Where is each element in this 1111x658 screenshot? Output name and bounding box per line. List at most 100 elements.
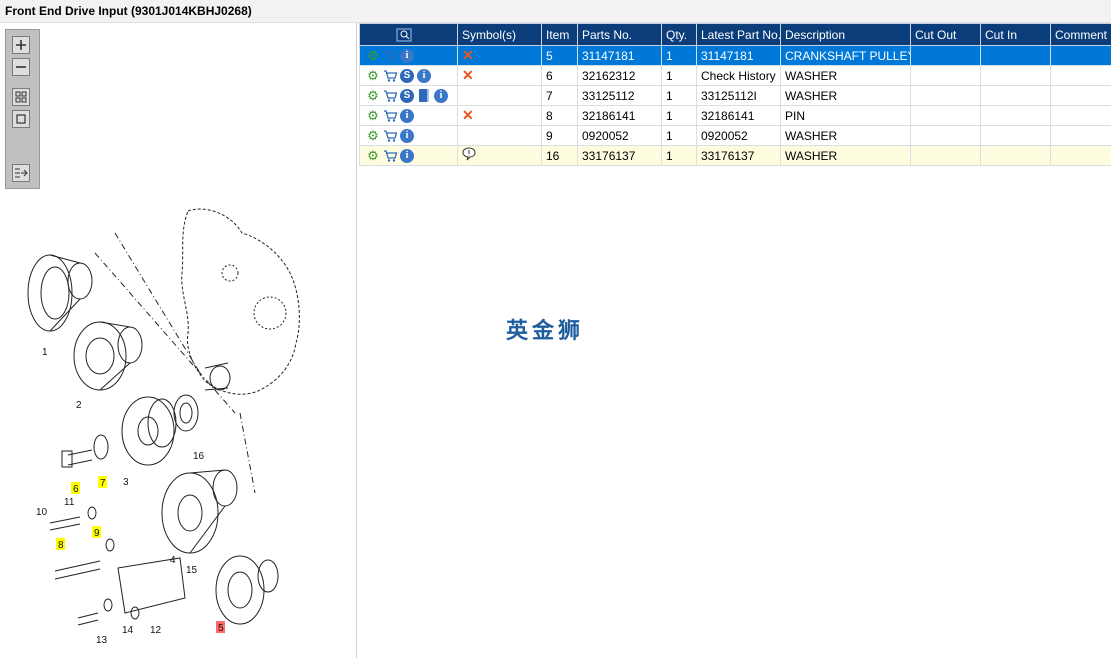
row-item: 5	[541, 45, 578, 66]
row-symbol: ✕	[457, 45, 542, 66]
gear-icon[interactable]: ⚙	[366, 149, 380, 163]
callout-8[interactable]: 8	[58, 540, 64, 551]
row-actions: ⚙ i	[359, 45, 458, 66]
column-header-comment[interactable]: Comment	[1050, 23, 1111, 46]
gear-icon[interactable]: ⚙	[366, 129, 380, 143]
row-cut-in	[980, 125, 1051, 146]
watermark: 英金狮	[506, 319, 585, 344]
export-button[interactable]	[12, 164, 30, 182]
row-cut-out	[910, 105, 981, 126]
column-header-symbols[interactable]: Symbol(s)	[457, 23, 542, 46]
row-cut-out	[910, 65, 981, 86]
search-icon	[396, 28, 412, 41]
row-actions: ⚙ i	[359, 145, 458, 166]
zoom-out-button[interactable]	[12, 58, 30, 76]
zoom-in-button[interactable]	[12, 36, 30, 54]
callout-15: 15	[186, 565, 198, 576]
s-icon[interactable]: S	[400, 88, 414, 103]
gear-icon[interactable]: ⚙	[366, 49, 380, 63]
row-description: WASHER	[780, 65, 911, 86]
cart-icon[interactable]	[383, 69, 397, 83]
info-icon[interactable]: i	[400, 148, 414, 163]
row-parts-no: 32162312	[577, 65, 662, 86]
callout-9[interactable]: 9	[94, 528, 100, 539]
cross-icon: ✕	[462, 67, 474, 83]
row-description: CRANKSHAFT PULLEY	[780, 45, 911, 66]
parts-list-pane: Symbol(s) Item Parts No. Qty. Latest Par…	[359, 23, 1111, 658]
book-icon[interactable]	[417, 89, 431, 103]
row-symbol: ✕	[457, 65, 542, 86]
column-header-item[interactable]: Item	[541, 23, 578, 46]
cart-icon[interactable]	[383, 109, 397, 123]
column-header-parts-no[interactable]: Parts No.	[577, 23, 662, 46]
exploded-parts-diagram: 1 2 3 4 5 6 7 8 9 10 11 12 13 14 15 16	[27, 208, 300, 646]
row-actions: ⚙ i	[359, 125, 458, 146]
row-parts-no: 33125112	[577, 85, 662, 106]
row-comment	[1050, 85, 1111, 106]
row-comment	[1050, 65, 1111, 86]
column-header-cut-in[interactable]: Cut In	[980, 23, 1051, 46]
row-actions: ⚙ Si	[359, 65, 458, 86]
fit-button[interactable]	[12, 88, 30, 106]
column-header-qty[interactable]: Qty.	[661, 23, 697, 46]
s-icon[interactable]: S	[400, 68, 414, 83]
zoom-out-icon	[16, 66, 26, 68]
row-item: 6	[541, 65, 578, 86]
callout-5[interactable]: 5	[218, 623, 224, 634]
row-parts-no: 0920052	[577, 125, 662, 146]
callout-14: 14	[122, 625, 134, 636]
info-icon[interactable]: i	[400, 48, 414, 63]
row-item: 9	[541, 125, 578, 146]
table-row[interactable]: ⚙ i 16 33176137 1 33176137 WASHER	[359, 145, 1111, 166]
zoom-in-icon	[16, 40, 26, 50]
row-item: 7	[541, 85, 578, 106]
row-latest-part-no: 32186141	[696, 105, 781, 126]
cart-icon[interactable]	[383, 89, 397, 103]
row-description: WASHER	[780, 145, 911, 166]
table-row[interactable]: ⚙ i ✕ 8 32186141 1 32186141 PIN	[359, 105, 1111, 126]
row-cut-out	[910, 125, 981, 146]
gear-icon[interactable]: ⚙	[366, 109, 380, 123]
row-latest-part-no: Check History	[696, 65, 781, 86]
row-symbol	[457, 85, 542, 106]
comment-icon[interactable]	[462, 147, 476, 164]
callout-3: 3	[123, 477, 129, 488]
page-title: Front End Drive Input (9301J014KBHJ0268)	[5, 4, 252, 18]
table-row[interactable]: ⚙ i 9 0920052 1 0920052 WASHER	[359, 125, 1111, 146]
callout-6[interactable]: 6	[73, 484, 79, 495]
row-symbol: ✕	[457, 105, 542, 126]
info-icon[interactable]: i	[417, 68, 431, 83]
table-header-row: Symbol(s) Item Parts No. Qty. Latest Par…	[359, 23, 1111, 46]
row-item: 16	[541, 145, 578, 166]
row-description: PIN	[780, 105, 911, 126]
cross-icon: ✕	[462, 107, 474, 123]
info-icon[interactable]: i	[434, 88, 448, 103]
info-icon[interactable]: i	[400, 108, 414, 123]
diagram-callouts: 1 2 3 4 5 6 7 8 9 10 11 12 13 14 15 16	[36, 347, 225, 646]
row-cut-in	[980, 45, 1051, 66]
zoom-toolbar	[5, 29, 40, 189]
table-row[interactable]: ⚙ Si ✕ 6 32162312 1 Check History WASHER	[359, 65, 1111, 86]
column-header-description[interactable]: Description	[780, 23, 911, 46]
row-qty: 1	[661, 125, 697, 146]
cart-icon[interactable]	[383, 129, 397, 143]
row-symbol	[457, 145, 542, 166]
actual-size-button[interactable]	[12, 110, 30, 128]
row-cut-in	[980, 105, 1051, 126]
column-header-latest-part-no[interactable]: Latest Part No.	[696, 23, 781, 46]
gear-icon[interactable]: ⚙	[366, 69, 380, 83]
export-icon	[15, 168, 28, 178]
column-header-cut-out[interactable]: Cut Out	[910, 23, 981, 46]
cart-icon[interactable]	[383, 149, 397, 163]
callout-7[interactable]: 7	[100, 478, 106, 489]
table-row[interactable]: ⚙ Si 7 33125112 1 33125112I WASHER	[359, 85, 1111, 106]
column-header-actions[interactable]	[359, 23, 458, 46]
row-cut-in	[980, 145, 1051, 166]
row-description: WASHER	[780, 85, 911, 106]
row-comment	[1050, 145, 1111, 166]
table-row[interactable]: ⚙ i ✕ 5 31147181 1 31147181 CRANKSHAFT PULLEY	[359, 45, 1111, 66]
gear-icon[interactable]: ⚙	[366, 89, 380, 103]
info-icon[interactable]: i	[400, 128, 414, 143]
cart-icon[interactable]	[383, 49, 397, 63]
row-actions: ⚙ Si	[359, 85, 458, 106]
